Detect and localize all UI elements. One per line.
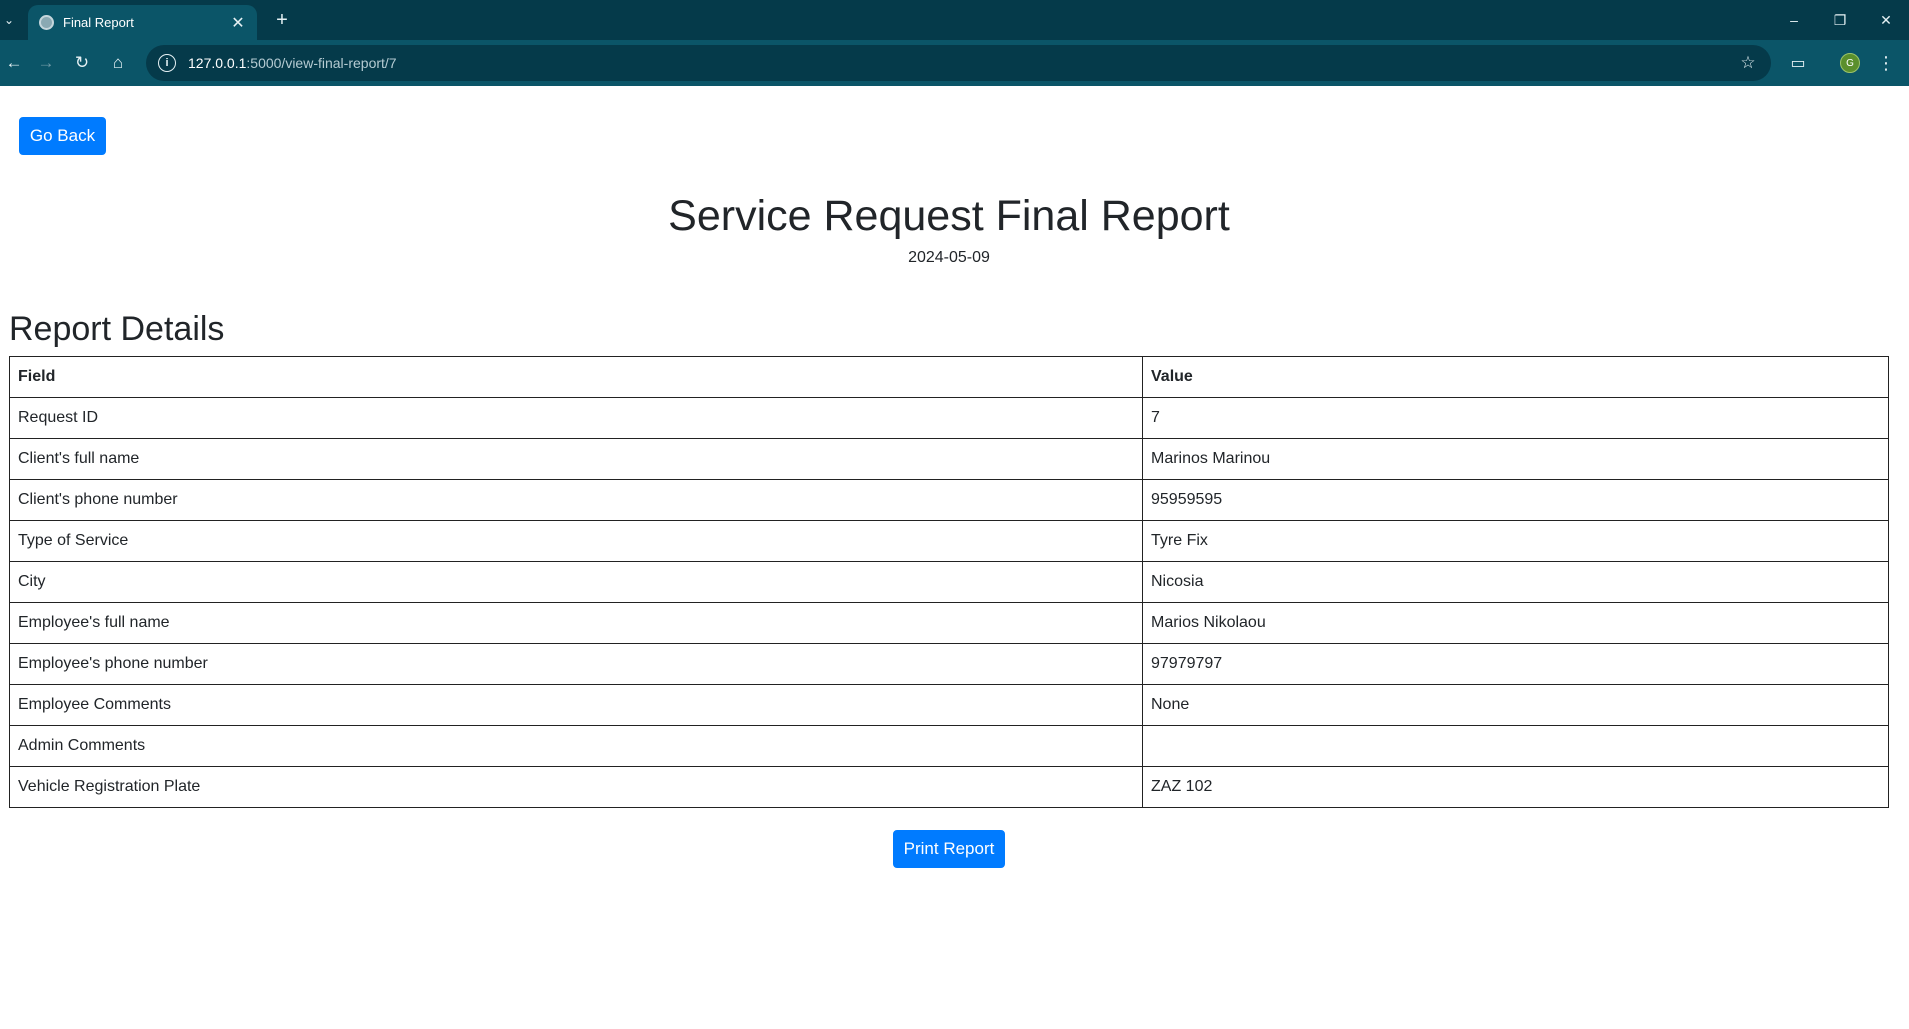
go-back-button[interactable]: Go Back bbox=[19, 117, 106, 155]
value-cell: None bbox=[1142, 684, 1889, 726]
table-row: Client's full name Marinos Marinou bbox=[9, 438, 1889, 480]
value-cell: Marinos Marinou bbox=[1142, 438, 1889, 480]
home-icon[interactable]: ⌂ bbox=[104, 49, 132, 77]
profile-avatar[interactable]: G bbox=[1840, 53, 1860, 73]
table-row: Employee Comments None bbox=[9, 684, 1889, 726]
table-row: Admin Comments bbox=[9, 725, 1889, 767]
url-path: :5000/view-final-report/7 bbox=[246, 55, 397, 71]
restore-window-icon[interactable]: ❐ bbox=[1817, 0, 1863, 40]
tab-title: Final Report bbox=[63, 15, 134, 30]
table-row: City Nicosia bbox=[9, 561, 1889, 603]
page-content: Go Back Service Request Final Report 202… bbox=[0, 86, 1909, 1029]
url-host: 127.0.0.1 bbox=[188, 55, 247, 71]
browser-toolbar: ← → ↻ ⌂ i 127.0.0.1:5000/view-final-repo… bbox=[0, 40, 1909, 86]
field-cell: Request ID bbox=[9, 397, 1143, 439]
value-cell: 95959595 bbox=[1142, 479, 1889, 521]
field-cell: Employee's phone number bbox=[9, 643, 1143, 685]
column-header-value: Value bbox=[1142, 356, 1889, 398]
field-cell: Vehicle Registration Plate bbox=[9, 766, 1143, 808]
value-cell bbox=[1142, 725, 1889, 767]
value-cell: 7 bbox=[1142, 397, 1889, 439]
back-arrow-icon[interactable]: ← bbox=[0, 49, 28, 77]
print-report-button[interactable]: Print Report bbox=[893, 830, 1005, 868]
section-title-report-details: Report Details bbox=[9, 310, 225, 348]
value-cell: Marios Nikolaou bbox=[1142, 602, 1889, 644]
column-header-field: Field bbox=[9, 356, 1143, 398]
report-details-table: Field Value Request ID 7 Client's full n… bbox=[9, 356, 1889, 808]
table-row: Employee's phone number 97979797 bbox=[9, 643, 1889, 685]
value-cell: ZAZ 102 bbox=[1142, 766, 1889, 808]
field-cell: Admin Comments bbox=[9, 725, 1143, 767]
table-header-row: Field Value bbox=[9, 356, 1889, 398]
field-cell: Employee Comments bbox=[9, 684, 1143, 726]
report-date: 2024-05-09 bbox=[908, 249, 990, 266]
browser-menu-kebab-icon[interactable]: ⋮ bbox=[1874, 49, 1898, 77]
table-row: Client's phone number 95959595 bbox=[9, 479, 1889, 521]
close-tab-icon[interactable]: ✕ bbox=[227, 12, 249, 34]
reload-icon[interactable]: ↻ bbox=[68, 49, 96, 77]
page-title: Service Request Final Report bbox=[668, 192, 1230, 240]
field-cell: Client's full name bbox=[9, 438, 1143, 480]
table-row: Vehicle Registration Plate ZAZ 102 bbox=[9, 766, 1889, 808]
field-cell: City bbox=[9, 561, 1143, 603]
value-cell: Nicosia bbox=[1142, 561, 1889, 603]
value-cell: Tyre Fix bbox=[1142, 520, 1889, 562]
table-row: Request ID 7 bbox=[9, 397, 1889, 439]
browser-tab-strip: ⌄ Final Report ✕ + – ❐ ✕ bbox=[0, 0, 1909, 40]
value-cell: 97979797 bbox=[1142, 643, 1889, 685]
globe-icon bbox=[39, 15, 54, 30]
browser-tab-final-report[interactable]: Final Report ✕ bbox=[28, 5, 257, 40]
site-info-icon[interactable]: i bbox=[158, 54, 176, 72]
new-tab-plus-icon[interactable]: + bbox=[270, 8, 294, 32]
field-cell: Employee's full name bbox=[9, 602, 1143, 644]
table-row: Employee's full name Marios Nikolaou bbox=[9, 602, 1889, 644]
address-bar[interactable]: i 127.0.0.1:5000/view-final-report/7 ☆ bbox=[146, 45, 1771, 81]
field-cell: Type of Service bbox=[9, 520, 1143, 562]
tab-search-chevron-icon[interactable]: ⌄ bbox=[0, 6, 18, 34]
minimize-window-icon[interactable]: – bbox=[1771, 0, 1817, 40]
extensions-puzzle-icon[interactable]: ▭ bbox=[1784, 49, 1812, 77]
forward-arrow-icon[interactable]: → bbox=[32, 49, 60, 77]
close-window-icon[interactable]: ✕ bbox=[1863, 0, 1909, 40]
bookmark-star-icon[interactable]: ☆ bbox=[1737, 52, 1759, 74]
field-cell: Client's phone number bbox=[9, 479, 1143, 521]
table-row: Type of Service Tyre Fix bbox=[9, 520, 1889, 562]
